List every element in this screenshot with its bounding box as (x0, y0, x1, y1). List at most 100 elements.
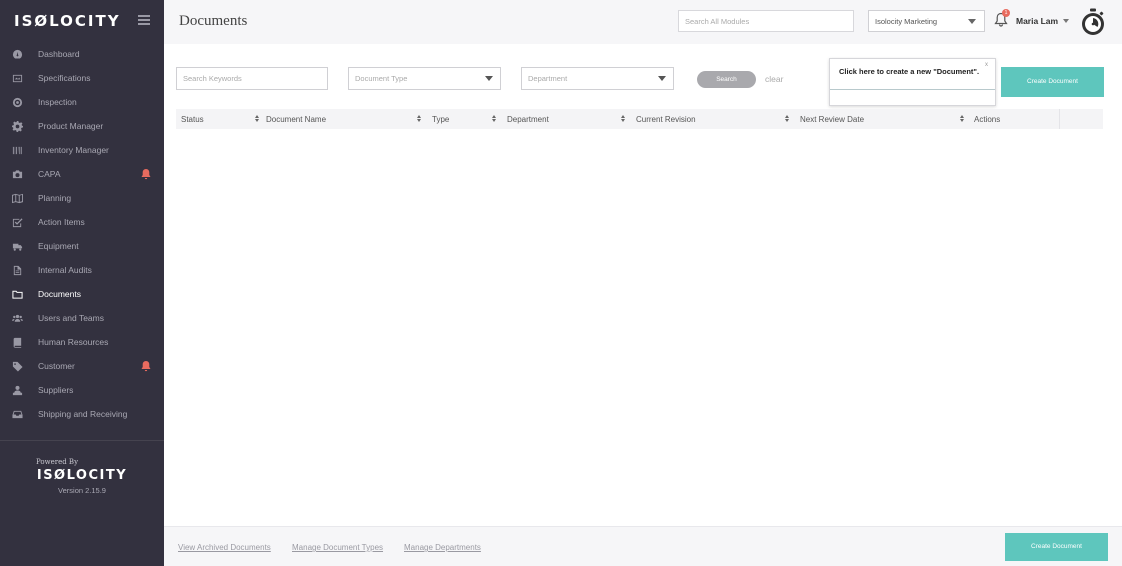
alert-bell-icon (141, 361, 151, 372)
create-document-button[interactable]: Create Document (1001, 67, 1104, 97)
isolocity-logo[interactable]: ISØLOCITY (14, 12, 121, 30)
sidebar-item-human-resources[interactable]: Human Resources (0, 330, 164, 354)
column-header-document-name[interactable]: Document Name (266, 109, 423, 129)
search-button[interactable]: Search (697, 71, 756, 88)
company-select[interactable]: Isolocity Marketing (868, 10, 985, 32)
sidebar-item-customer[interactable]: Customer (0, 354, 164, 378)
sidebar-item-label: Human Resources (38, 337, 109, 347)
column-header-next-review-date[interactable]: Next Review Date (800, 109, 966, 129)
dashboard-icon (11, 48, 23, 60)
sidebar-item-inventory-manager[interactable]: Inventory Manager (0, 138, 164, 162)
chevron-down-icon (485, 76, 493, 81)
book-icon (11, 336, 23, 348)
sort-icon[interactable] (621, 115, 626, 123)
powered-by-brand: ISØLOCITY (36, 468, 128, 483)
tag-icon (11, 360, 23, 372)
column-header-status[interactable]: Status (181, 109, 261, 129)
powered-by-label: Powered By (35, 458, 79, 466)
tooltip-text: Click here to create a new "Document". (839, 67, 980, 76)
sidebar-item-label: Documents (38, 289, 81, 299)
sidebar-item-internal-audits[interactable]: Internal Audits (0, 258, 164, 282)
sidebar-item-label: Action Items (38, 217, 85, 227)
hamburger-menu-icon[interactable] (138, 15, 150, 25)
user-menu-caret-icon[interactable] (1063, 19, 1069, 23)
checkbox-icon (11, 216, 23, 228)
sidebar-item-label: Planning (38, 193, 72, 203)
folder-icon (11, 288, 23, 300)
stopwatch-icon[interactable] (1080, 8, 1106, 36)
gear-icon (11, 120, 23, 132)
version-label: Version 2.15.9 (58, 486, 106, 495)
sidebar-item-label: Dashboard (38, 49, 80, 59)
sort-icon[interactable] (785, 115, 790, 123)
sort-icon[interactable] (255, 115, 260, 123)
inspection-icon (11, 96, 23, 108)
top-header: Documents Search All Modules Isolocity M… (164, 0, 1122, 44)
department-placeholder: Department (528, 74, 568, 83)
sidebar-item-product-manager[interactable]: Product Manager (0, 114, 164, 138)
inbox-icon (11, 408, 23, 420)
sidebar-item-equipment[interactable]: Equipment (0, 234, 164, 258)
sidebar-item-label: Specifications (38, 73, 91, 83)
documents-table-header: Status Document Name Type Department Cur… (176, 109, 1103, 129)
alert-bell-icon (141, 169, 151, 180)
chevron-down-icon (658, 76, 666, 81)
sidebar-item-specifications[interactable]: Specifications (0, 66, 164, 90)
chevron-down-icon (968, 19, 976, 24)
sidebar-nav: Dashboard Specifications Inspection Prod… (0, 42, 164, 426)
column-divider (1059, 109, 1060, 129)
sidebar-item-inspection[interactable]: Inspection (0, 90, 164, 114)
sidebar-item-label: Internal Audits (38, 265, 92, 275)
document-icon (11, 264, 23, 276)
manage-document-types-link[interactable]: Manage Document Types (292, 543, 383, 552)
department-select[interactable]: Department (521, 67, 674, 90)
powered-by-block: Powered By ISØLOCITY Version 2.15.9 (0, 458, 164, 495)
sort-icon[interactable] (492, 115, 497, 123)
user-menu-name[interactable]: Maria Lam (1016, 16, 1058, 26)
create-document-footer-button[interactable]: Create Document (1005, 533, 1108, 561)
sidebar-item-planning[interactable]: Planning (0, 186, 164, 210)
column-header-department[interactable]: Department (507, 109, 627, 129)
notification-badge: 1 (1002, 9, 1010, 17)
sidebar-item-label: Suppliers (38, 385, 74, 395)
column-header-actions: Actions (974, 114, 1001, 124)
tooltip-close-icon[interactable]: x (985, 62, 988, 68)
sidebar-item-label: Inventory Manager (38, 145, 109, 155)
map-icon (11, 192, 23, 204)
sidebar: ISØLOCITY Dashboard Specifications Inspe… (0, 0, 164, 566)
sidebar-item-capa[interactable]: CAPA (0, 162, 164, 186)
page-footer: View Archived Documents Manage Document … (164, 526, 1122, 566)
global-search-input[interactable]: Search All Modules (678, 10, 854, 32)
sort-icon[interactable] (417, 115, 422, 123)
clear-filters-link[interactable]: clear (765, 74, 783, 84)
sidebar-item-label: Product Manager (38, 121, 104, 131)
sidebar-item-label: Inspection (38, 97, 77, 107)
sort-icon[interactable] (960, 115, 965, 123)
sidebar-item-label: Equipment (38, 241, 79, 251)
sidebar-item-label: CAPA (38, 169, 61, 179)
manage-departments-link[interactable]: Manage Departments (404, 543, 481, 552)
sidebar-item-shipping-and-receiving[interactable]: Shipping and Receiving (0, 402, 164, 426)
sidebar-item-label: Users and Teams (38, 313, 104, 323)
sidebar-item-label: Customer (38, 361, 75, 371)
sidebar-item-users-and-teams[interactable]: Users and Teams (0, 306, 164, 330)
view-archived-documents-link[interactable]: View Archived Documents (178, 543, 271, 552)
page-title: Documents (179, 13, 248, 29)
camera-icon (11, 168, 23, 180)
users-icon (11, 312, 23, 324)
sidebar-item-suppliers[interactable]: Suppliers (0, 378, 164, 402)
truck-icon (11, 240, 23, 252)
sidebar-item-dashboard[interactable]: Dashboard (0, 42, 164, 66)
search-keywords-input[interactable]: Search Keywords (176, 67, 328, 90)
sidebar-item-action-items[interactable]: Action Items (0, 210, 164, 234)
barcode-icon (11, 144, 23, 156)
document-type-placeholder: Document Type (355, 74, 408, 83)
supplier-icon (11, 384, 23, 396)
sidebar-item-label: Shipping and Receiving (38, 409, 128, 419)
document-type-select[interactable]: Document Type (348, 67, 501, 90)
specifications-icon (11, 72, 23, 84)
column-header-current-revision[interactable]: Current Revision (636, 109, 791, 129)
sidebar-item-documents[interactable]: Documents (0, 282, 164, 306)
create-document-tooltip: Click here to create a new "Document". x (829, 58, 996, 106)
column-header-type[interactable]: Type (432, 109, 498, 129)
